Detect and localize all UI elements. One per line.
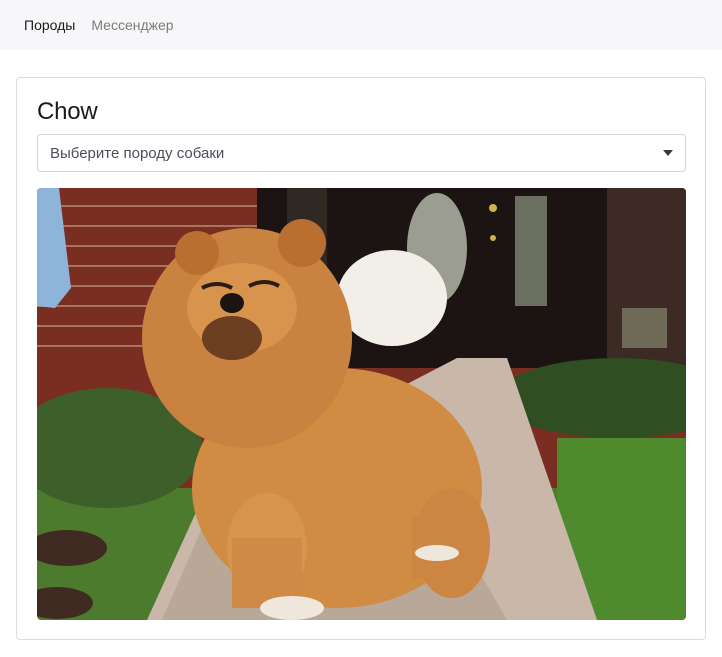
nav-item-messenger[interactable]: Мессенджер [91, 17, 173, 33]
nav-item-breeds[interactable]: Породы [24, 17, 75, 33]
breed-title: Chow [37, 98, 98, 125]
top-navbar: Породы Мессенджер [0, 0, 722, 50]
chevron-down-icon [663, 150, 673, 156]
breed-select[interactable]: Выберите породу собаки [37, 134, 686, 172]
breed-select-placeholder: Выберите породу собаки [50, 144, 225, 162]
breed-photo [37, 188, 686, 620]
breed-card: Chow Выберите породу собаки [16, 77, 706, 640]
